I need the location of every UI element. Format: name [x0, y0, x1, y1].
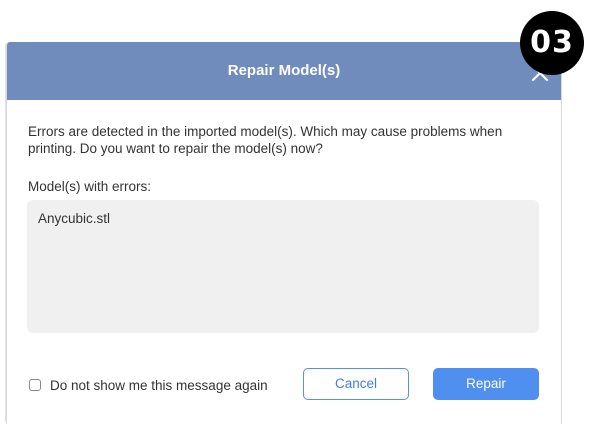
repair-model-dialog: Repair Model(s) Errors are detected in t… [6, 42, 562, 424]
cancel-button[interactable]: Cancel [303, 368, 409, 400]
dialog-titlebar: Repair Model(s) [7, 42, 561, 100]
model-error-list[interactable]: Anycubic.stl [27, 200, 539, 333]
dialog-message: Errors are detected in the imported mode… [28, 124, 503, 156]
page: Repair Model(s) Errors are detected in t… [0, 0, 591, 424]
repair-button[interactable]: Repair [433, 368, 539, 400]
do-not-show-again-option[interactable]: Do not show me this message again [29, 375, 268, 395]
errors-label: Model(s) with errors: [28, 179, 152, 194]
list-item[interactable]: Anycubic.stl [38, 211, 110, 226]
step-number-badge: 03 [520, 11, 584, 75]
dialog-title: Repair Model(s) [227, 62, 341, 79]
checkbox-label: Do not show me this message again [50, 377, 268, 393]
do-not-show-again-checkbox[interactable] [29, 379, 41, 391]
